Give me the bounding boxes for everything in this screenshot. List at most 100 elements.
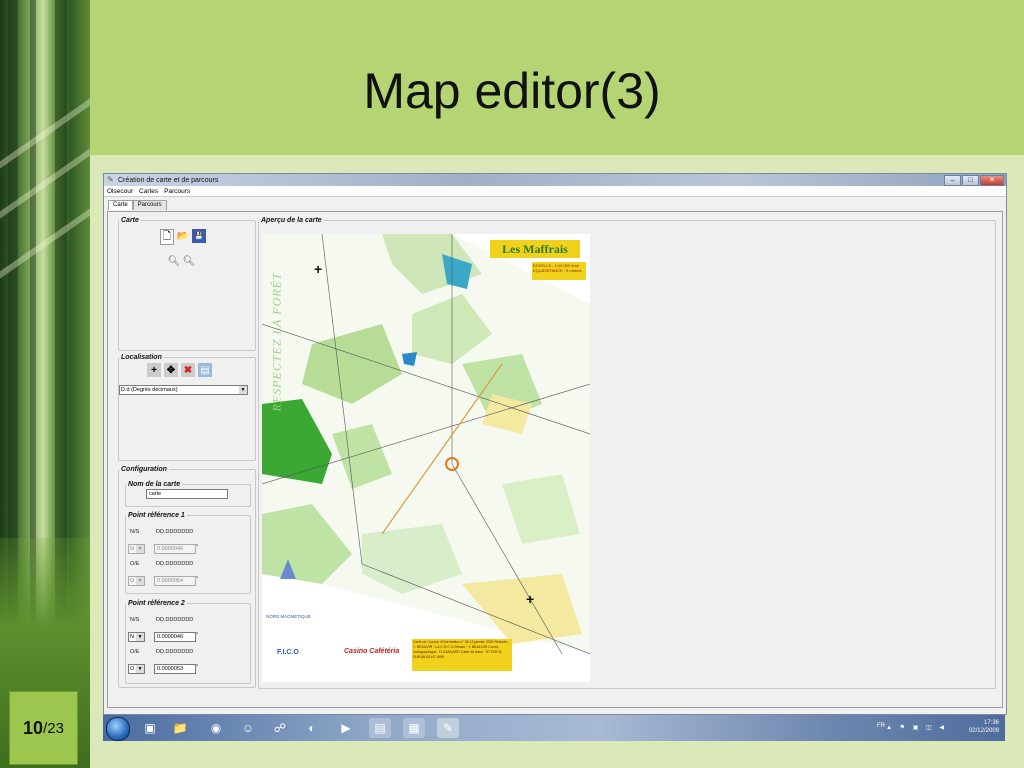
- minimize-button[interactable]: –: [944, 175, 961, 186]
- magnetic-north-label: NORD MAGNÉTIQUE: [266, 614, 311, 619]
- chevron-down-icon: ▼: [136, 577, 144, 585]
- messenger-icon[interactable]: ☺: [237, 718, 259, 738]
- p1-ns-direction-value: N: [130, 546, 134, 552]
- p2-oe-label: O/E: [130, 649, 140, 655]
- carte-group: Carte 🗋 📂 💾 🔍︎ 🔍︎: [118, 217, 256, 351]
- menu-bar: Olsecour Cartes Parcours: [104, 186, 1006, 197]
- p1-oe-value-input[interactable]: 0.0000054: [154, 576, 196, 586]
- reference-point-2-legend: Point référence 2: [128, 600, 185, 607]
- network-app-icon[interactable]: ☍: [269, 718, 291, 738]
- excel-icon[interactable]: ▦: [403, 718, 425, 738]
- p1-oe-direction-select[interactable]: O ▼: [128, 576, 145, 586]
- fico-logo: F.I.C.O: [277, 649, 299, 656]
- map-preview-group: Aperçu de la carte + + RESPECTEZ LA FORÊ…: [258, 217, 996, 689]
- start-button[interactable]: [106, 717, 130, 741]
- move-icon[interactable]: ✥: [164, 363, 178, 377]
- p1-ns-direction-select[interactable]: N ▼: [128, 544, 145, 554]
- configuration-legend: Configuration: [121, 466, 167, 473]
- p2-oe-format: DD.DDDDDDD: [156, 649, 194, 655]
- tab-carte[interactable]: Carte: [108, 200, 133, 210]
- slide-number: 10 /23: [9, 691, 78, 765]
- casino-logo: Casino Cafétéria: [344, 648, 400, 655]
- reference-point-1-legend: Point référence 1: [128, 512, 185, 519]
- chevron-down-icon: ▼: [239, 386, 247, 394]
- respectez-la-foret-text: RESPECTEZ LA FORÊT: [269, 272, 284, 412]
- p1-oe-label: O/E: [130, 561, 140, 567]
- p1-ns-format: DD.DDDDDDD: [156, 529, 194, 535]
- map-scale-label: ECHELLE : 1/10 000 ème EQUIDISTANCE : 5 …: [532, 262, 586, 280]
- p1-ns-degree: °: [196, 544, 199, 550]
- taskbar: ▣ 📁 ◉ ☺ ☍ ◐ ▶ ▤ ▦ ✎ ▲ ⚑ ▣ ◫ ◀ 17:36 02/1…: [103, 715, 1005, 741]
- explorer-folder-icon[interactable]: 📁: [169, 718, 191, 738]
- powerpoint-icon[interactable]: ▤: [369, 718, 391, 738]
- map-name-legend: Nom de la carte: [128, 481, 181, 488]
- p1-oe-direction-value: O: [130, 578, 135, 584]
- clock-time: 17:36: [983, 720, 999, 726]
- slide-number-current: 10: [23, 717, 44, 738]
- maximize-button[interactable]: □: [962, 175, 979, 186]
- map-preview-legend: Aperçu de la carte: [261, 217, 322, 224]
- delete-icon[interactable]: ✖: [181, 363, 195, 377]
- save-icon[interactable]: 💾: [192, 229, 206, 243]
- zoom-in-icon[interactable]: 🔍︎: [182, 254, 196, 268]
- slide-title: Map editor(3): [363, 63, 661, 119]
- orienteering-map: + +: [262, 234, 590, 682]
- svg-text:+: +: [526, 591, 534, 607]
- app-window: ✎ Création de carte et de parcours – □ ✕…: [103, 173, 1007, 715]
- chevron-down-icon: ▼: [136, 665, 144, 673]
- localisation-group: Localisation + ✥ ✖ ▤ D.d (Degrés décimau…: [118, 354, 256, 461]
- forest-background: [0, 0, 90, 768]
- map-credits-box: Carte de Course d'Orientation n° 35 12 j…: [412, 639, 512, 671]
- p2-oe-degree: °: [196, 664, 199, 670]
- language-indicator[interactable]: FR: [877, 723, 885, 729]
- coordinate-format-select[interactable]: D.d (Degrés décimaux) ▼: [119, 385, 248, 395]
- p2-oe-direction-value: O: [130, 666, 135, 672]
- menu-parcours[interactable]: Parcours: [164, 188, 190, 195]
- p1-ns-label: N/S: [130, 529, 140, 535]
- p2-ns-label: N/S: [130, 617, 140, 623]
- carte-legend: Carte: [121, 217, 139, 224]
- p1-ns-value-input[interactable]: 0.0000046: [154, 544, 196, 554]
- coordinate-format-value: D.d (Degrés décimaux): [121, 387, 178, 393]
- map-preview-image[interactable]: + + RESPECTEZ LA FORÊT Les Maffrais ECHE…: [262, 234, 590, 682]
- system-clock[interactable]: 17:36 02/12/2009: [969, 719, 999, 735]
- tab-parcours[interactable]: Parcours: [132, 200, 167, 210]
- p1-oe-degree: °: [196, 576, 199, 582]
- new-file-icon[interactable]: 🗋: [160, 229, 174, 245]
- p2-oe-direction-select[interactable]: O ▼: [128, 664, 145, 674]
- tab-content: Carte 🗋 📂 💾 🔍︎ 🔍︎ Localisation + ✥ ✖ ▤ D…: [107, 211, 1003, 708]
- menu-cartes[interactable]: Cartes: [139, 188, 158, 195]
- map-name-input[interactable]: carte: [146, 489, 228, 499]
- video-player-icon[interactable]: ▶: [335, 718, 357, 738]
- zoom-out-icon[interactable]: 🔍︎: [167, 254, 181, 268]
- p2-ns-direction-value: N: [130, 634, 134, 640]
- p2-ns-degree: °: [196, 632, 199, 638]
- feather-app-icon[interactable]: ✎: [437, 718, 459, 738]
- tab-bar: Carte Parcours: [104, 197, 1006, 211]
- chevron-down-icon: ▼: [136, 633, 144, 641]
- reference-point-1-group: Point référence 1 N/S DD.DDDDDDD N ▼ 0.00…: [125, 512, 251, 594]
- add-point-icon[interactable]: +: [147, 363, 161, 377]
- configuration-group: Configuration Nom de la carte carte Poin…: [118, 466, 256, 688]
- localisation-legend: Localisation: [121, 354, 162, 361]
- chevron-down-icon: ▼: [136, 545, 144, 553]
- open-folder-icon[interactable]: 📂: [176, 229, 190, 243]
- firefox-icon[interactable]: ◉: [205, 718, 227, 738]
- media-center-icon[interactable]: ▣: [139, 718, 161, 738]
- clock-date: 02/12/2009: [968, 728, 999, 734]
- p2-ns-format: DD.DDDDDDD: [156, 617, 194, 623]
- p2-ns-value-input[interactable]: 0.0000046: [154, 632, 196, 642]
- reference-point-2-group: Point référence 2 N/S DD.DDDDDDD N ▼ 0.00…: [125, 600, 251, 684]
- map-title-label: Les Maffrais: [490, 240, 580, 258]
- close-button[interactable]: ✕: [980, 175, 1004, 186]
- window-titlebar[interactable]: ✎ Création de carte et de parcours – □ ✕: [104, 174, 1006, 186]
- p1-oe-format: DD.DDDDDDD: [156, 561, 194, 567]
- menu-olsecour[interactable]: Olsecour: [107, 188, 133, 195]
- system-tray-icons[interactable]: ▲ ⚑ ▣ ◫ ◀: [886, 724, 947, 731]
- p2-oe-value-input[interactable]: 0.0000053: [154, 664, 196, 674]
- slide-number-total: /23: [43, 719, 64, 737]
- grid-icon[interactable]: ▤: [198, 363, 212, 377]
- app-feather-icon: ✎: [107, 175, 114, 184]
- media-player-icon[interactable]: ◐: [301, 718, 323, 738]
- p2-ns-direction-select[interactable]: N ▼: [128, 632, 145, 642]
